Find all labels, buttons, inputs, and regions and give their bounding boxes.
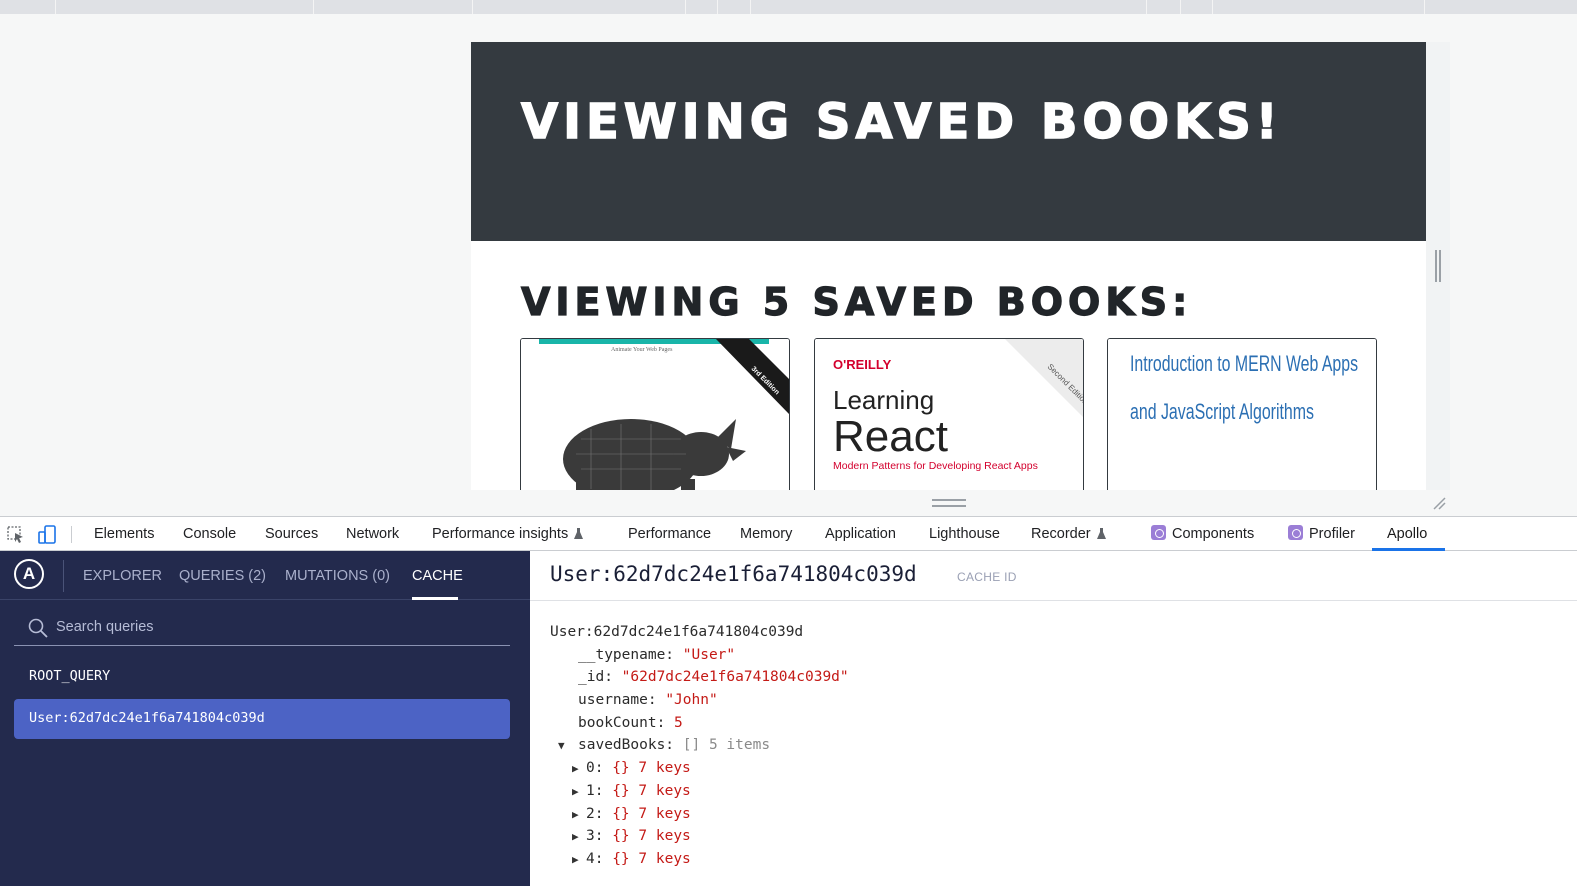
svg-text:Introduction to MERN Web Apps: Introduction to MERN Web Apps: [1130, 351, 1358, 376]
collapsed-arrow-icon[interactable]: ▶: [572, 758, 586, 781]
cache-entry-selected[interactable]: User:62d7dc24e1f6a741804c039d: [14, 699, 510, 739]
tree-field: _id: "62d7dc24e1f6a741804c039d": [578, 669, 849, 686]
active-nav-indicator: [412, 597, 458, 600]
tab-console[interactable]: Console: [183, 517, 236, 551]
nav-explorer[interactable]: EXPLORER: [83, 551, 162, 600]
cache-object-tree: User:62d7dc24e1f6a741804c039d __typename…: [550, 621, 849, 871]
cache-detail-title: User:62d7dc24e1f6a741804c039d: [550, 562, 917, 586]
tab-sources[interactable]: Sources: [265, 517, 318, 551]
collapsed-arrow-icon[interactable]: ▶: [572, 804, 586, 827]
collapsed-arrow-icon[interactable]: ▶: [572, 781, 586, 804]
tab-elements[interactable]: Elements: [94, 517, 154, 551]
tree-node-item[interactable]: ▶ 3: {} 7 keys: [550, 825, 849, 848]
tab-profiler[interactable]: Profiler: [1288, 517, 1355, 551]
tree-node-item[interactable]: ▶ 2: {} 7 keys: [550, 803, 849, 826]
tree-node-item[interactable]: ▶ 0: {} 7 keys: [550, 757, 849, 780]
search-input[interactable]: [56, 613, 496, 641]
tree-node-item[interactable]: ▶ 1: {} 7 keys: [550, 780, 849, 803]
svg-text:Animate Your Web Pages: Animate Your Web Pages: [611, 347, 673, 353]
tab-network[interactable]: Network: [346, 517, 399, 551]
viewport-resize-handle-bottom[interactable]: [471, 490, 1450, 516]
saved-books-heading: VIEWING 5 SAVED BOOKS:: [520, 279, 1193, 324]
hero-title: VIEWING SAVED BOOKS!: [520, 93, 1283, 151]
book-card[interactable]: Animate Your Web Pages 3rd Edition: [520, 338, 790, 490]
expanded-arrow-icon[interactable]: ▼: [558, 735, 572, 758]
apollo-nav: A EXPLORER QUERIES (2) MUTATIONS (0) CAC…: [0, 551, 530, 600]
inspect-element-icon[interactable]: [7, 526, 25, 544]
apollo-logo-icon: A: [14, 559, 44, 589]
svg-text:O'REILLY: O'REILLY: [833, 357, 892, 372]
tab-recorder-label: Recorder: [1031, 526, 1091, 542]
nav-mutations[interactable]: MUTATIONS (0): [285, 551, 390, 600]
book-cover-image: Animate Your Web Pages 3rd Edition: [521, 339, 789, 490]
nav-queries[interactable]: QUERIES (2): [179, 551, 266, 600]
tab-components-label: Components: [1172, 526, 1255, 542]
experiment-icon: [574, 528, 584, 539]
device-toolbar-ruler: [0, 0, 1577, 14]
tab-components[interactable]: Components: [1151, 517, 1254, 551]
book-cover-image: Introduction to MERN Web Apps and JavaSc…: [1108, 339, 1376, 490]
hero-banner: VIEWING SAVED BOOKS!: [471, 42, 1426, 241]
cache-entry-label: User:62d7dc24e1f6a741804c039d: [29, 710, 265, 726]
experiment-icon: [1096, 528, 1106, 539]
cache-detail-header: User:62d7dc24e1f6a741804c039d CACHE ID: [530, 551, 1577, 601]
svg-text:Learning: Learning: [833, 385, 934, 415]
resize-corner-icon[interactable]: [1432, 496, 1446, 510]
devtools-tabbar: Elements Console Sources Network Perform…: [0, 516, 1577, 551]
collapsed-arrow-icon[interactable]: ▶: [572, 826, 586, 849]
devtools-panel: Elements Console Sources Network Perform…: [0, 516, 1577, 886]
book-cover-image: Second Edition O'REILLY Learning React M…: [815, 339, 1083, 490]
react-icon: [1288, 525, 1303, 540]
tab-performance-insights[interactable]: Performance insights: [432, 517, 584, 551]
svg-text:and JavaScript Algorithms: and JavaScript Algorithms: [1130, 399, 1314, 424]
tree-field: bookCount: 5: [578, 714, 683, 731]
book-card[interactable]: Introduction to MERN Web Apps and JavaSc…: [1107, 338, 1377, 490]
react-icon: [1151, 525, 1166, 540]
nav-cache[interactable]: CACHE: [412, 551, 463, 600]
tree-root-label: User:62d7dc24e1f6a741804c039d: [550, 624, 804, 640]
tab-performance-insights-label: Performance insights: [432, 526, 569, 542]
tree-node-savedbooks[interactable]: ▼ savedBooks: [] 5 items: [550, 734, 849, 757]
cache-id-badge: CACHE ID: [957, 570, 1017, 584]
tab-recorder[interactable]: Recorder: [1031, 517, 1106, 551]
tree-field: __typename: "User": [578, 646, 736, 663]
search-box: [14, 608, 510, 646]
tab-performance[interactable]: Performance: [628, 517, 711, 551]
page-viewport[interactable]: VIEWING SAVED BOOKS! VIEWING 5 SAVED BOO…: [471, 42, 1426, 490]
tree-field: username: "John": [578, 692, 718, 709]
svg-text:React: React: [833, 412, 948, 461]
viewport-resize-handle-right[interactable]: [1426, 42, 1450, 490]
search-icon: [28, 618, 48, 638]
tree-node-item[interactable]: ▶ 4: {} 7 keys: [550, 848, 849, 871]
tab-application[interactable]: Application: [825, 517, 896, 551]
tab-profiler-label: Profiler: [1309, 526, 1355, 542]
apollo-sidebar: A EXPLORER QUERIES (2) MUTATIONS (0) CAC…: [0, 551, 530, 886]
cache-detail-panel: User:62d7dc24e1f6a741804c039d CACHE ID U…: [530, 551, 1577, 886]
tab-lighthouse[interactable]: Lighthouse: [929, 517, 1000, 551]
svg-text:Modern Patterns for Developing: Modern Patterns for Developing React App…: [833, 460, 1038, 472]
tab-memory[interactable]: Memory: [740, 517, 792, 551]
tab-apollo[interactable]: Apollo: [1387, 517, 1427, 551]
book-card[interactable]: Second Edition O'REILLY Learning React M…: [814, 338, 1084, 490]
cache-entry-root-query[interactable]: ROOT_QUERY: [29, 668, 110, 684]
device-toolbar-icon[interactable]: [38, 525, 58, 545]
collapsed-arrow-icon[interactable]: ▶: [572, 849, 586, 872]
